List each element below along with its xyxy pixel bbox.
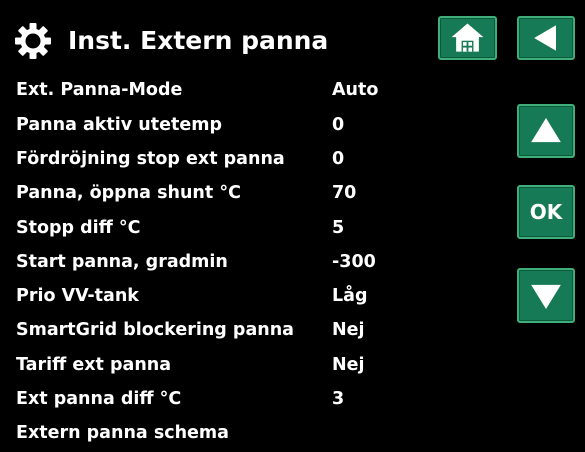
home-icon xyxy=(451,23,484,52)
setting-value: Nej xyxy=(332,355,365,375)
setting-label: Start panna, gradmin xyxy=(16,252,228,272)
setting-label: Panna aktiv utetemp xyxy=(16,115,222,135)
setting-value: Auto xyxy=(332,80,379,100)
back-button[interactable] xyxy=(517,16,575,60)
setting-value: 5 xyxy=(332,218,345,238)
setting-label: Extern panna schema xyxy=(16,423,229,443)
gear-icon xyxy=(15,23,51,59)
setting-value: Låg xyxy=(332,286,368,306)
setting-label: Fördröjning stop ext panna xyxy=(16,149,285,169)
ok-button-label: OK xyxy=(529,200,563,224)
home-button[interactable] xyxy=(438,16,497,60)
page-title: Inst. Extern panna xyxy=(68,26,329,55)
up-button[interactable] xyxy=(517,104,575,158)
setting-value: -300 xyxy=(332,252,376,272)
setting-label: Ext panna diff °C xyxy=(16,389,182,409)
setting-label: Tariff ext panna xyxy=(16,355,172,375)
setting-value: Nej xyxy=(332,320,365,340)
down-button[interactable] xyxy=(517,268,575,323)
setting-value: 0 xyxy=(332,115,345,135)
settings-screen: Inst. Extern panna OK Ext. Panna-Mode Au… xyxy=(0,0,585,452)
up-arrow-icon xyxy=(531,118,561,143)
ok-button[interactable]: OK xyxy=(517,185,575,239)
setting-value: 0 xyxy=(332,149,345,169)
setting-label: Prio VV-tank xyxy=(16,286,139,306)
back-arrow-icon xyxy=(534,25,556,51)
down-arrow-icon xyxy=(531,284,561,309)
setting-label: Stopp diff °C xyxy=(16,218,141,238)
setting-value: 70 xyxy=(332,183,357,203)
setting-label: Panna, öppna shunt °C xyxy=(16,183,241,203)
setting-label: Ext. Panna-Mode xyxy=(16,80,183,100)
setting-label: SmartGrid blockering panna xyxy=(16,320,294,340)
setting-value: 3 xyxy=(332,389,345,409)
